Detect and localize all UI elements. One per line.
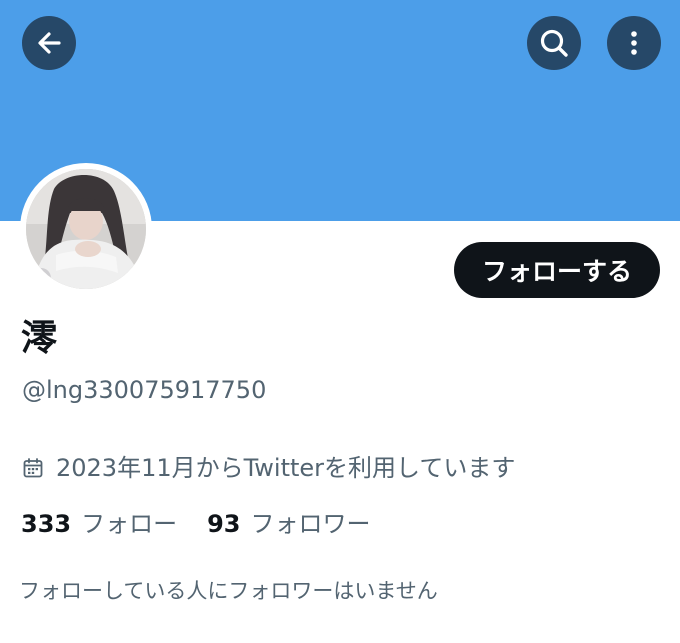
followers-label: フォロワー bbox=[250, 510, 371, 538]
more-options-button[interactable] bbox=[607, 16, 661, 70]
calendar-icon bbox=[23, 458, 43, 478]
following-count: 333 bbox=[21, 510, 72, 538]
user-handle: @lng330075917750 bbox=[22, 376, 267, 404]
following-link[interactable]: 333 フォロー bbox=[21, 507, 177, 541]
avatar[interactable] bbox=[26, 169, 146, 289]
followers-link[interactable]: 93 フォロワー bbox=[207, 507, 370, 541]
follow-stats: 333 フォロー 93 フォロワー bbox=[21, 507, 371, 541]
avatar-frame[interactable] bbox=[20, 163, 152, 295]
avatar-photo bbox=[26, 169, 146, 289]
search-button[interactable] bbox=[527, 16, 581, 70]
followers-count: 93 bbox=[207, 510, 241, 538]
more-vertical-icon bbox=[631, 31, 637, 55]
following-label: フォロー bbox=[81, 510, 178, 538]
search-icon bbox=[540, 29, 568, 57]
follow-button[interactable]: フォローする bbox=[454, 242, 660, 298]
join-date-row: 2023年11月からTwitterを利用しています bbox=[22, 452, 515, 484]
followers-you-know-text: フォローしている人にフォロワーはいません bbox=[19, 579, 438, 603]
display-name: 澪 bbox=[21, 318, 58, 359]
back-arrow-icon bbox=[38, 32, 61, 54]
back-button[interactable] bbox=[22, 16, 76, 70]
join-date-text: 2023年11月からTwitterを利用しています bbox=[56, 454, 516, 482]
